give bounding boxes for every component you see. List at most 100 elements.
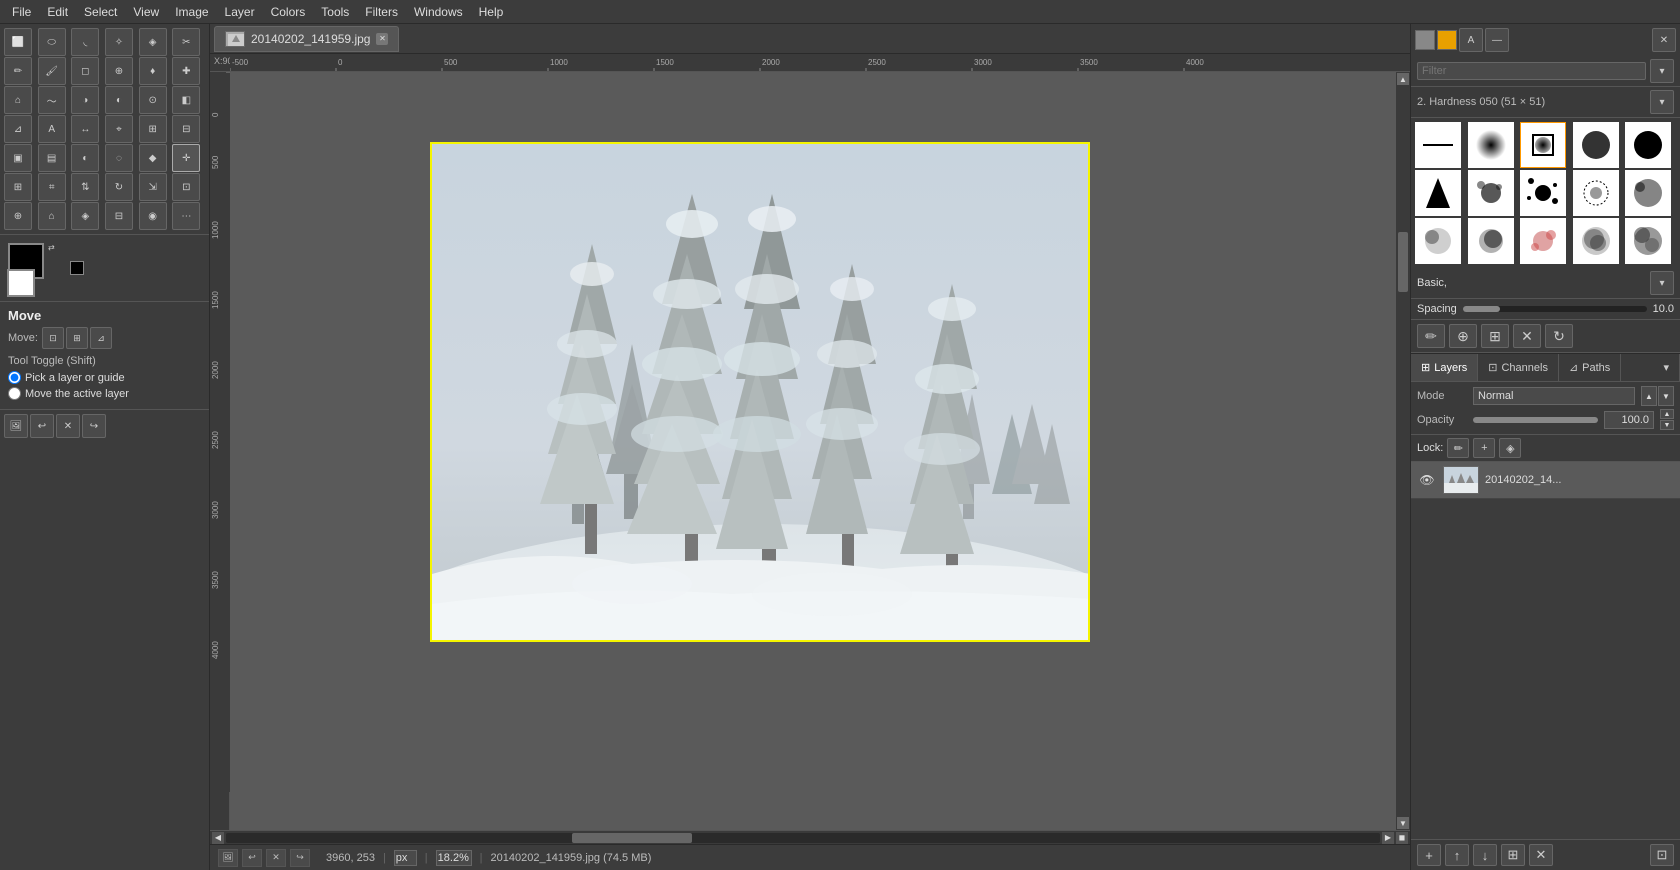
tool-warp[interactable]: ⊙ — [139, 86, 167, 114]
panel-menu-btn[interactable]: ✕ — [1652, 28, 1676, 52]
tool-pencil[interactable]: ✏ — [4, 57, 32, 85]
opacity-decrease-btn[interactable]: ▼ — [1660, 420, 1674, 430]
image-tab[interactable]: 20140202_141959.jpg ✕ — [214, 26, 399, 52]
menu-help[interactable]: Help — [471, 3, 512, 21]
scroll-left-btn[interactable]: ◀ — [212, 832, 224, 844]
color-swap-btn[interactable] — [70, 261, 84, 275]
swap-colors-icon[interactable]: ⇄ — [48, 243, 58, 253]
tab-layers[interactable]: ⊞ Layers — [1411, 354, 1478, 381]
brush-cell-4[interactable] — [1573, 122, 1619, 168]
tool-eraser[interactable]: ◻ — [71, 57, 99, 85]
menu-view[interactable]: View — [125, 3, 167, 21]
brush-refresh-btn[interactable]: ↻ — [1545, 324, 1573, 348]
tool-extra5[interactable]: ◈ — [71, 202, 99, 230]
brush-cell-2[interactable] — [1468, 122, 1514, 168]
unit-select[interactable]: px mm in — [394, 850, 417, 866]
tool-extra4[interactable]: ⊟ — [172, 115, 200, 143]
zoom-select[interactable]: 18.2% 25% 50% 100% — [436, 850, 472, 866]
scroll-thumb[interactable] — [1398, 232, 1408, 292]
cancel-icon[interactable]: ✕ — [56, 414, 80, 438]
tool-select-fuzzy[interactable]: ✧ — [105, 28, 133, 56]
tool-bucket[interactable]: ▣ — [4, 144, 32, 172]
menu-select[interactable]: Select — [76, 3, 125, 21]
redo-icon[interactable]: ↪ — [82, 414, 106, 438]
mode-decrease-btn[interactable]: ▲ — [1641, 386, 1657, 406]
brush-cell-14[interactable] — [1573, 218, 1619, 264]
brush-delete-btn[interactable]: ✕ — [1513, 324, 1541, 348]
tool-smudge[interactable]: 〜 — [38, 86, 66, 114]
tool-align[interactable]: ⊞ — [4, 173, 32, 201]
layers-panel-config-btn[interactable]: ⊡ — [1650, 844, 1674, 866]
layer-new-btn[interactable]: + — [1417, 844, 1441, 866]
move-option-pick-path[interactable]: ⊿ — [90, 327, 112, 349]
tool-clone[interactable]: ⌂ — [4, 86, 32, 114]
layer-duplicate-btn[interactable]: ⊞ — [1501, 844, 1525, 866]
tool-extra7[interactable]: ◉ — [139, 202, 167, 230]
brush-filter-dropdown-btn[interactable]: ▾ — [1650, 59, 1674, 83]
menu-tools[interactable]: Tools — [313, 3, 357, 21]
tool-flip[interactable]: ⇅ — [71, 173, 99, 201]
lock-position-btn[interactable]: + — [1473, 438, 1495, 458]
hscroll-thumb[interactable] — [572, 833, 692, 843]
brush-cell-11[interactable] — [1415, 218, 1461, 264]
menu-windows[interactable]: Windows — [406, 3, 471, 21]
new-image-icon[interactable]: 🖼 — [4, 414, 28, 438]
tool-extra8[interactable]: ⋯ — [172, 202, 200, 230]
scroll-right-btn[interactable]: ▶ — [1382, 832, 1394, 844]
menu-layer[interactable]: Layer — [217, 3, 263, 21]
tool-extra3[interactable]: ⊞ — [139, 115, 167, 143]
brush-cell-7[interactable] — [1468, 170, 1514, 216]
brush-cell-12[interactable] — [1468, 218, 1514, 264]
menu-edit[interactable]: Edit — [39, 3, 76, 21]
tool-scissors[interactable]: ✂ — [172, 28, 200, 56]
layer-raise-btn[interactable]: ↑ — [1445, 844, 1469, 866]
move-active-layer-radio[interactable] — [8, 387, 21, 400]
top-text-icon[interactable]: A — [1459, 28, 1483, 52]
top-color-square-1[interactable] — [1415, 30, 1435, 50]
tool-measure[interactable]: ↔ — [71, 115, 99, 143]
tool-dodge[interactable]: ◑ — [71, 86, 99, 114]
layer-item-1[interactable]: 👁 20140202_14... — [1411, 462, 1680, 499]
brush-cell-9[interactable] — [1573, 170, 1619, 216]
move-option-pick-item[interactable]: ⊞ — [66, 327, 88, 349]
tool-select-ellipse[interactable]: ⬭ — [38, 28, 66, 56]
mode-increase-btn[interactable]: ▼ — [1658, 386, 1674, 406]
tool-ink[interactable]: ♦ — [139, 57, 167, 85]
statusbar-new-icon[interactable]: 🖼 — [218, 849, 238, 867]
tool-path[interactable]: ⊿ — [4, 115, 32, 143]
tool-gradient[interactable]: ▤ — [38, 144, 66, 172]
statusbar-cancel-icon[interactable]: ✕ — [266, 849, 286, 867]
tool-crop[interactable]: ⌗ — [38, 173, 66, 201]
tool-heal[interactable]: ✚ — [172, 57, 200, 85]
brush-cell-1[interactable] — [1415, 122, 1461, 168]
tool-move[interactable]: ✛ — [172, 144, 200, 172]
scroll-up-btn[interactable]: ▲ — [1397, 73, 1409, 85]
vertical-scrollbar[interactable]: ▲ ▼ — [1396, 72, 1410, 830]
tool-text[interactable]: A — [38, 115, 66, 143]
tab-channels[interactable]: ⊡ Channels — [1478, 354, 1559, 381]
move-option-pick-layer[interactable]: ⊡ — [42, 327, 64, 349]
layer-delete-btn[interactable]: ✕ — [1529, 844, 1553, 866]
brush-add-btn[interactable]: ⊕ — [1449, 324, 1477, 348]
layer-visibility-toggle[interactable]: 👁 — [1417, 470, 1437, 490]
brush-cell-15[interactable] — [1625, 218, 1671, 264]
opacity-increase-btn[interactable]: ▲ — [1660, 409, 1674, 419]
tool-zoom[interactable]: ⊕ — [4, 202, 32, 230]
tool-rotate[interactable]: ↻ — [105, 173, 133, 201]
opacity-input[interactable] — [1604, 411, 1654, 429]
brush-cell-3[interactable] — [1520, 122, 1566, 168]
lock-pixels-btn[interactable]: ✏ — [1447, 438, 1469, 458]
tool-desaturate[interactable]: ◐ — [105, 86, 133, 114]
menu-file[interactable]: File — [4, 3, 39, 21]
tool-extra1[interactable]: ◧ — [172, 86, 200, 114]
brush-preset-dropdown[interactable]: ▾ — [1650, 271, 1674, 295]
tool-select-rect[interactable]: ⬜ — [4, 28, 32, 56]
tool-perspective[interactable]: ⊡ — [172, 173, 200, 201]
brush-edit-btn[interactable]: ✏ — [1417, 324, 1445, 348]
tab-close-btn[interactable]: ✕ — [376, 33, 388, 45]
statusbar-redo-icon[interactable]: ↪ — [290, 849, 310, 867]
top-dash-icon[interactable]: — — [1485, 28, 1509, 52]
tool-airbrush[interactable]: ⊕ — [105, 57, 133, 85]
spacing-bar[interactable] — [1463, 306, 1647, 312]
tool-blur[interactable]: ◌ — [105, 144, 133, 172]
